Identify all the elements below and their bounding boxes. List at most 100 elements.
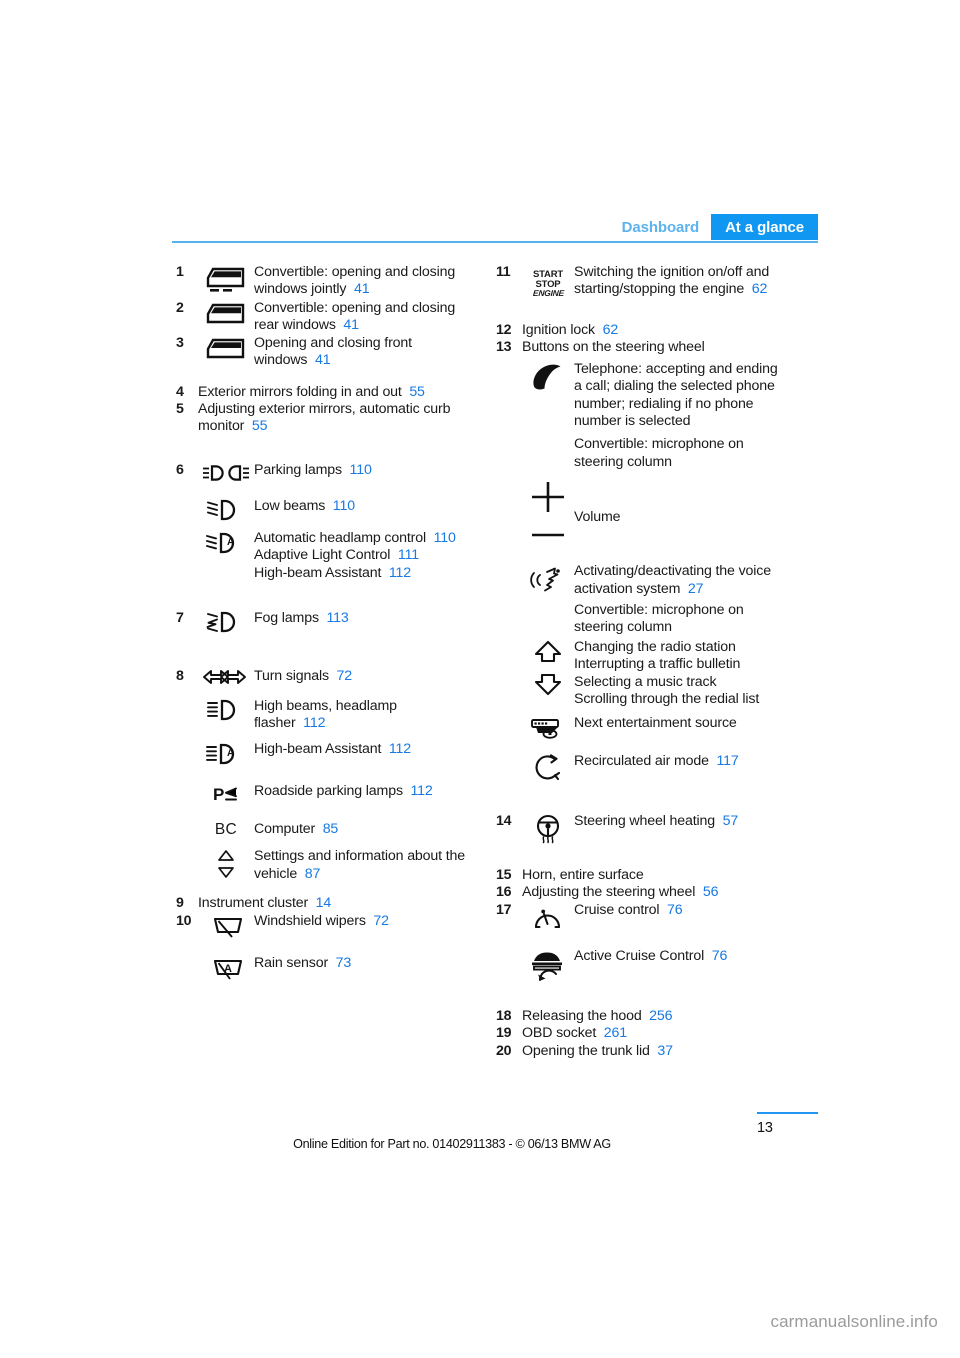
page-ref: 110: [433, 529, 456, 546]
svg-text:A: A: [227, 748, 234, 759]
list-item: Telephone: accepting and ending a call; …: [496, 361, 818, 431]
item-text: Rain sensor 73: [254, 954, 352, 971]
left-column: 1 Convertible: opening and closing windo…: [176, 264, 498, 983]
right-column: 11 START STOP ENGINE Switching the ignit…: [496, 264, 818, 1060]
svg-text:A: A: [227, 537, 234, 548]
list-item: 4 Exterior mirrors folding in and out 55: [176, 384, 498, 401]
page-ref: 111: [397, 547, 420, 564]
list-item: 13 Buttons on the steering wheel: [496, 339, 818, 356]
list-item: 7 Fog lamps 113: [176, 610, 498, 634]
no-icon-spacer: [522, 602, 574, 603]
page-ref: 62: [751, 281, 768, 298]
item-text: Telephone: accepting and ending a call; …: [574, 360, 778, 430]
item-text: Convertible: opening and closing windows…: [254, 264, 456, 298]
parking-lamps-icon: [198, 462, 254, 484]
item-text: Switching the ignition on/off and starti…: [574, 264, 770, 298]
item-text: Steering wheel heating 57: [574, 812, 739, 829]
item-text: Adjusting exterior mirrors, automatic cu…: [198, 401, 451, 435]
low-beams-icon: [198, 498, 254, 522]
active-cruise-control-icon: [522, 948, 574, 982]
turn-signals-icon: [198, 668, 254, 686]
page-ref: 62: [602, 322, 619, 338]
no-icon-spacer: [522, 436, 574, 437]
item-text: Active Cruise Control 76: [574, 947, 728, 964]
breadcrumb-at-a-glance[interactable]: At a glance: [711, 214, 818, 240]
list-item: Active Cruise Control 76: [496, 948, 818, 982]
page-number: 13: [757, 1119, 773, 1136]
page-ref: 72: [336, 668, 353, 685]
page-ref: 55: [409, 383, 425, 400]
start-stop-line3: ENGINE: [532, 288, 564, 299]
breadcrumb-dashboard[interactable]: Dashboard: [612, 214, 711, 240]
list-item: 9 Instrument cluster 14: [176, 895, 498, 912]
list-item: 3 Opening and closing front windows 41: [176, 335, 498, 370]
list-item: 20 Opening the trunk lid 37: [496, 1043, 818, 1060]
item-text: Parking lamps 110: [254, 461, 372, 478]
page-ref: 57: [722, 812, 739, 829]
list-item: Changing the radio station Interrupting …: [496, 639, 818, 709]
bc-glyph-text: BC: [214, 820, 238, 838]
list-item: 1 Convertible: opening and closing windo…: [176, 264, 498, 300]
list-item: 14 Steering wheel heating 57: [496, 813, 818, 847]
steering-wheel-heating-icon: [522, 813, 574, 847]
edition-note: Online Edition for Part no. 01402911383 …: [293, 1137, 611, 1151]
convertible-window-rear-icon: [198, 300, 254, 330]
item-number: 13: [496, 339, 512, 356]
rain-sensor-icon: A: [202, 955, 254, 983]
page-ref: 110: [349, 461, 372, 478]
page-ref: 73: [335, 954, 352, 971]
list-item: Convertible: microphone on steering colu…: [496, 602, 818, 637]
item-text: High-beam Assistant 112: [254, 740, 412, 757]
list-item: BC Computer 85: [176, 821, 498, 838]
item-text: Convertible: microphone on steering colu…: [574, 436, 744, 470]
item-text: Cruise control 76: [574, 901, 683, 918]
arrow-up-down-icon: [522, 639, 574, 709]
list-item: 11 START STOP ENGINE Switching the ignit…: [496, 264, 818, 304]
item-text: Activating/deactivating the voice activa…: [574, 563, 771, 597]
item-number: 9: [176, 895, 184, 912]
recirculated-air-icon: [522, 753, 574, 783]
item-text: Convertible: opening and closing rear wi…: [254, 300, 456, 334]
entertainment-source-icon: [522, 715, 574, 741]
item-number: 8: [176, 668, 184, 685]
list-item: 19 OBD socket 261: [496, 1025, 818, 1042]
page-ref: 41: [343, 317, 359, 334]
fog-lamps-icon: [198, 610, 254, 634]
page-number-block: 13: [757, 1112, 819, 1136]
site-watermark: carmanualsonline.info: [770, 1312, 938, 1331]
start-stop-engine-icon: START STOP ENGINE: [522, 264, 574, 304]
item-text: Exterior mirrors folding in and out 55: [198, 383, 425, 400]
list-item: Activating/deactivating the voice activa…: [496, 563, 818, 598]
cruise-control-icon: [522, 902, 574, 934]
list-item: 2 Convertible: opening and closing rear …: [176, 300, 498, 335]
page-ref: 110: [332, 497, 355, 514]
item-number: 4: [176, 383, 184, 400]
item-text: Opening and closing front windows 41: [254, 334, 412, 369]
page-ref: 41: [353, 281, 370, 298]
page-ref: 117: [716, 752, 739, 769]
item-text: Changing the radio station Interrupting …: [574, 638, 760, 708]
svg-text:P: P: [213, 785, 224, 804]
item-number: 15: [496, 866, 512, 883]
item-number: 17: [496, 901, 512, 918]
page-ref: 76: [711, 947, 728, 964]
item-number: 20: [496, 1042, 512, 1059]
item-text: Next entertainment source: [574, 714, 737, 731]
item-text: Horn, entire surface: [522, 866, 644, 883]
item-text: Turn signals 72: [254, 668, 353, 685]
item-text: Automatic headlamp control 110 Adaptive L…: [254, 529, 456, 581]
list-item: 12 Ignition lock 62: [496, 322, 818, 339]
page-ref: 112: [410, 782, 433, 799]
list-item: 17 Cruise control 76: [496, 902, 818, 934]
page-ref: 256: [649, 1007, 673, 1024]
list-item: A Rain sensor 73: [176, 955, 498, 983]
voice-activation-icon: [522, 563, 574, 597]
convertible-window-all-icon: [198, 264, 254, 300]
list-item: 15 Horn, entire surface: [496, 867, 818, 884]
item-text: OBD socket 261: [522, 1025, 628, 1042]
list-item: A High-beam Assistant 112: [176, 741, 498, 767]
page-ref: 72: [373, 912, 389, 929]
item-text: High beams, headlamp flasher 112: [254, 698, 397, 732]
item-number: 16: [496, 884, 512, 901]
bc-computer-icon: BC: [198, 821, 254, 838]
